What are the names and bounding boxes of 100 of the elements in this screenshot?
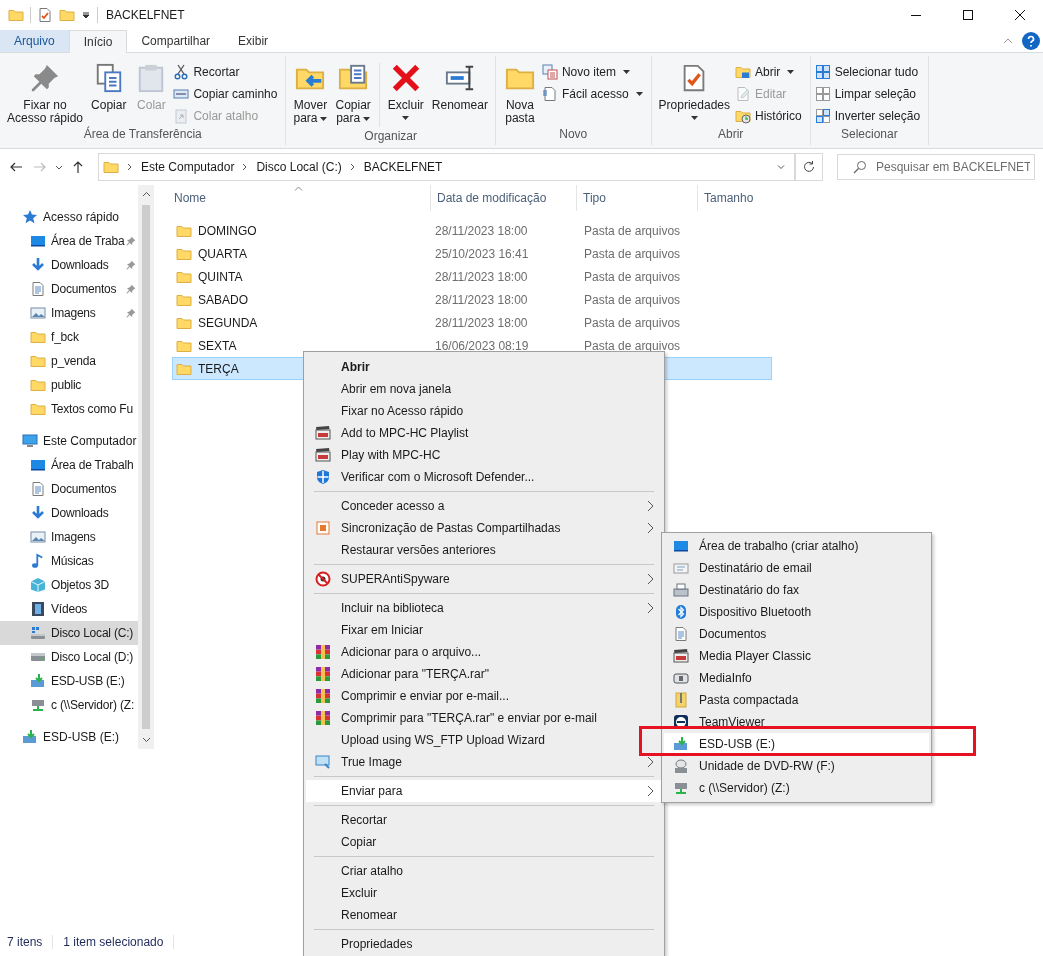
file-row[interactable]: QUARTA 25/10/2023 16:41 Pasta de arquivos xyxy=(172,242,772,265)
menu-item[interactable]: Destinatário do fax xyxy=(664,579,929,601)
address-bar[interactable]: Este Computador Disco Local (C:) BACKELFNET xyxy=(98,153,795,181)
nav-item[interactable]: ESD-USB (E:) xyxy=(0,669,138,693)
menu-item[interactable]: Enviar para xyxy=(306,780,662,802)
ribbon-button[interactable]: Copiar xyxy=(88,59,130,112)
nav-item[interactable]: Documentos xyxy=(0,477,138,501)
nav-item[interactable]: Imagens xyxy=(0,525,138,549)
column-header[interactable]: Tamanho xyxy=(698,185,777,211)
help-icon[interactable] xyxy=(1022,32,1040,50)
nav-item[interactable]: Disco Local (C:) xyxy=(0,621,138,645)
ribbon-button[interactable]: Copiar para xyxy=(332,59,374,125)
ribbon-button[interactable]: Recortar xyxy=(173,64,282,80)
ribbon-button[interactable]: Propriedades xyxy=(655,59,733,120)
nav-item[interactable]: Músicas xyxy=(0,549,138,573)
nav-item[interactable]: Área de Trabalh xyxy=(0,453,138,477)
ribbon-button[interactable]: Limpar seleção xyxy=(814,86,925,102)
file-row[interactable]: SABADO 28/11/2023 18:00 Pasta de arquivos xyxy=(172,288,772,311)
menu-item[interactable]: MediaInfo xyxy=(664,667,929,689)
scrollbar[interactable] xyxy=(138,185,154,749)
nav-item[interactable]: Disco Local (D:) xyxy=(0,645,138,669)
menu-item[interactable]: Documentos xyxy=(664,623,929,645)
nav-item[interactable]: ESD-USB (E:) xyxy=(0,725,138,749)
ribbon-button[interactable]: Fixar no Acesso rápido xyxy=(4,59,87,125)
column-header[interactable]: Tipo xyxy=(577,185,698,211)
menu-item[interactable]: Comprimir para "TERÇA.rar" e enviar por e-mail xyxy=(306,707,662,729)
column-header[interactable]: Nome xyxy=(168,185,431,211)
ribbon-button[interactable]: Abrir xyxy=(735,64,806,80)
nav-item[interactable]: Documentos xyxy=(0,277,138,301)
menu-item[interactable]: Fixar em Iniciar xyxy=(306,619,662,641)
scroll-up-icon[interactable] xyxy=(141,191,151,197)
file-row[interactable]: DOMINGO 28/11/2023 18:00 Pasta de arquivos xyxy=(172,219,772,242)
ribbon-button[interactable]: Nova pasta xyxy=(499,59,540,125)
menu-item[interactable]: Unidade de DVD-RW (F:) xyxy=(664,755,929,777)
menu-item[interactable]: Play with MPC-HC xyxy=(306,444,662,466)
menu-item[interactable]: Media Player Classic xyxy=(664,645,929,667)
menu-item[interactable]: Comprimir e enviar por e-mail... xyxy=(306,685,662,707)
menu-item[interactable]: Add to MPC-HC Playlist xyxy=(306,422,662,444)
menu-item[interactable]: Excluir xyxy=(306,882,662,904)
ribbon-button[interactable]: Copiar caminho xyxy=(173,86,282,102)
menu-item[interactable]: ESD-USB (E:) xyxy=(664,733,929,755)
menu-item[interactable]: Conceder acesso a xyxy=(306,495,662,517)
column-header[interactable]: Data de modificação xyxy=(431,185,577,211)
ribbon-tab[interactable]: Compartilhar xyxy=(127,30,225,52)
nav-item[interactable]: f_bck xyxy=(0,325,138,349)
menu-item[interactable]: Fixar no Acesso rápido xyxy=(306,400,662,422)
menu-item[interactable]: Propriedades xyxy=(306,933,662,955)
menu-item[interactable]: Abrir xyxy=(306,356,662,378)
nav-item[interactable]: Downloads xyxy=(0,253,138,277)
nav-item[interactable]: public xyxy=(0,373,138,397)
menu-item[interactable]: Pasta compactada xyxy=(664,689,929,711)
menu-item[interactable]: Verificar com o Microsoft Defender... xyxy=(306,466,662,488)
ribbon-button[interactable]: Inverter seleção xyxy=(814,108,925,124)
nav-item[interactable]: Vídeos xyxy=(0,597,138,621)
menu-item[interactable]: Recortar xyxy=(306,809,662,831)
ribbon-button[interactable]: Renomear xyxy=(428,59,491,112)
ribbon-button[interactable]: Selecionar tudo xyxy=(814,64,925,80)
nav-item[interactable]: Downloads xyxy=(0,501,138,525)
menu-item[interactable]: c (\\Servidor) (Z:) xyxy=(664,777,929,799)
menu-item[interactable]: Renomear xyxy=(306,904,662,926)
file-row[interactable]: QUINTA 28/11/2023 18:00 Pasta de arquivos xyxy=(172,265,772,288)
menu-item[interactable]: Destinatário de email xyxy=(664,557,929,579)
menu-item[interactable]: Criar atalho xyxy=(306,860,662,882)
ribbon-tab[interactable]: Início xyxy=(68,30,128,53)
file-row[interactable]: SEGUNDA 28/11/2023 18:00 Pasta de arquivos xyxy=(172,311,772,334)
nav-item[interactable]: Área de Traba xyxy=(0,229,138,253)
ribbon-button[interactable]: Novo item xyxy=(541,64,647,80)
nav-item[interactable]: p_venda xyxy=(0,349,138,373)
menu-item[interactable]: True Image xyxy=(306,751,662,773)
customize-caret-icon[interactable] xyxy=(81,10,91,20)
nav-item[interactable]: Este Computador xyxy=(0,429,138,453)
breadcrumb[interactable]: Disco Local (C:) xyxy=(256,160,342,174)
menu-item[interactable]: Incluir na biblioteca xyxy=(306,597,662,619)
refresh-button[interactable] xyxy=(795,153,823,181)
breadcrumb[interactable]: BACKELFNET xyxy=(363,160,443,174)
ribbon-button[interactable]: Histórico xyxy=(735,108,806,124)
menu-item[interactable]: Copiar xyxy=(306,831,662,853)
menu-item[interactable]: Restaurar versões anteriores xyxy=(306,539,662,561)
breadcrumb[interactable]: Este Computador xyxy=(141,160,235,174)
menu-item[interactable]: Adicionar para "TERÇA.rar" xyxy=(306,663,662,685)
menu-item[interactable]: Adicionar para o arquivo... xyxy=(306,641,662,663)
ribbon-button[interactable]: Fácil acesso xyxy=(541,86,647,102)
ribbon-button[interactable]: Excluir xyxy=(384,59,427,120)
menu-item[interactable]: Upload using WS_FTP Upload Wizard xyxy=(306,729,662,751)
menu-item[interactable]: SUPERAntiSpyware xyxy=(306,568,662,590)
menu-item[interactable]: Abrir em nova janela xyxy=(306,378,662,400)
ribbon-tab[interactable]: Exibir xyxy=(224,30,283,52)
nav-item[interactable]: c (\\Servidor) (Z: xyxy=(0,693,138,717)
scroll-down-icon[interactable] xyxy=(141,737,151,743)
ribbon-button[interactable]: Mover para xyxy=(290,59,331,125)
menu-item[interactable]: Dispositivo Bluetooth xyxy=(664,601,929,623)
file-row[interactable]: SEXTA 16/06/2023 08:19 Pasta de arquivos xyxy=(172,334,772,357)
menu-item[interactable]: Área de trabalho (criar atalho) xyxy=(664,535,929,557)
menu-item[interactable]: Sincronização de Pastas Compartilhadas xyxy=(306,517,662,539)
nav-item[interactable]: Acesso rápido xyxy=(0,205,138,229)
nav-item[interactable]: Imagens xyxy=(0,301,138,325)
nav-item[interactable]: Textos como Fu xyxy=(0,397,138,421)
menu-item[interactable]: TeamViewer xyxy=(664,711,929,733)
nav-item[interactable]: Objetos 3D xyxy=(0,573,138,597)
ribbon-tab[interactable]: Arquivo xyxy=(0,30,69,52)
